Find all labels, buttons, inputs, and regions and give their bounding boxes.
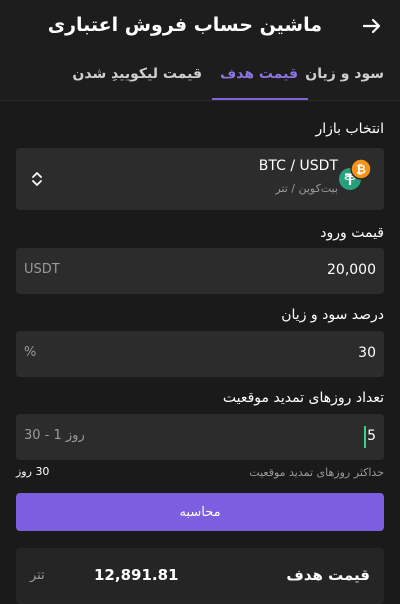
tab-bar: سود و زیان قیمت هدف قیمت لیکوییدِ شدن (0, 56, 400, 101)
page-title: ماشین حساب فروش اعتباری (47, 14, 322, 36)
tab-target-price[interactable]: قیمت هدف (220, 66, 298, 82)
bitcoin-icon: ₿ (350, 158, 372, 180)
entry-price-label: قیمت ورود (320, 225, 384, 241)
result-unit: تتر (30, 568, 45, 583)
svg-text:₿: ₿ (356, 163, 366, 177)
top-app-bar: ماشین حساب فروش اعتباری سود و زیان قیمت … (0, 0, 400, 101)
entry-price-input[interactable]: 20,000 USDT (16, 248, 384, 294)
unfold-icon (32, 172, 42, 186)
result-card: قیمت هدف 12,891.81 تتر (16, 548, 384, 604)
calculate-button[interactable]: محاسبه (16, 493, 384, 531)
result-label: قیمت هدف (286, 566, 370, 584)
extension-days-label: تعداد روزهای تمدید موقعیت (222, 390, 384, 406)
extension-days-input[interactable]: 5 روز 1 - 30 (16, 414, 384, 460)
tab-profit-loss[interactable]: سود و زیان (305, 66, 384, 82)
extension-days-placeholder: روز 1 - 30 (24, 428, 85, 443)
pnl-percent-value: 30 (358, 345, 376, 361)
market-select[interactable]: ₿ BTC / USDT بیت‌کوین / تتر (16, 148, 384, 210)
extension-days-value: 5 (367, 428, 376, 444)
max-days-value: 30 روز (16, 465, 50, 478)
tab-liquidation-price[interactable]: قیمت لیکوییدِ شدن (72, 66, 202, 82)
pnl-percent-input[interactable]: 30 % (16, 331, 384, 377)
market-label: انتخاب بازار (315, 121, 384, 137)
pnl-percent-label: درصد سود و زیان (281, 307, 384, 323)
entry-price-value: 20,000 (327, 262, 376, 278)
entry-price-unit: USDT (24, 262, 60, 277)
pnl-percent-unit: % (24, 345, 37, 360)
max-days-note: حداکثر روزهای تمدید موقعیت (249, 466, 384, 479)
arrow-right-icon[interactable] (360, 14, 384, 38)
result-value: 12,891.81 (94, 566, 179, 584)
coin-pair-icon: ₿ (339, 158, 372, 190)
text-cursor (364, 426, 366, 448)
market-pair: BTC / USDT (258, 158, 338, 174)
market-pair-subtitle: بیت‌کوین / تتر (275, 182, 338, 195)
divider (0, 100, 400, 101)
